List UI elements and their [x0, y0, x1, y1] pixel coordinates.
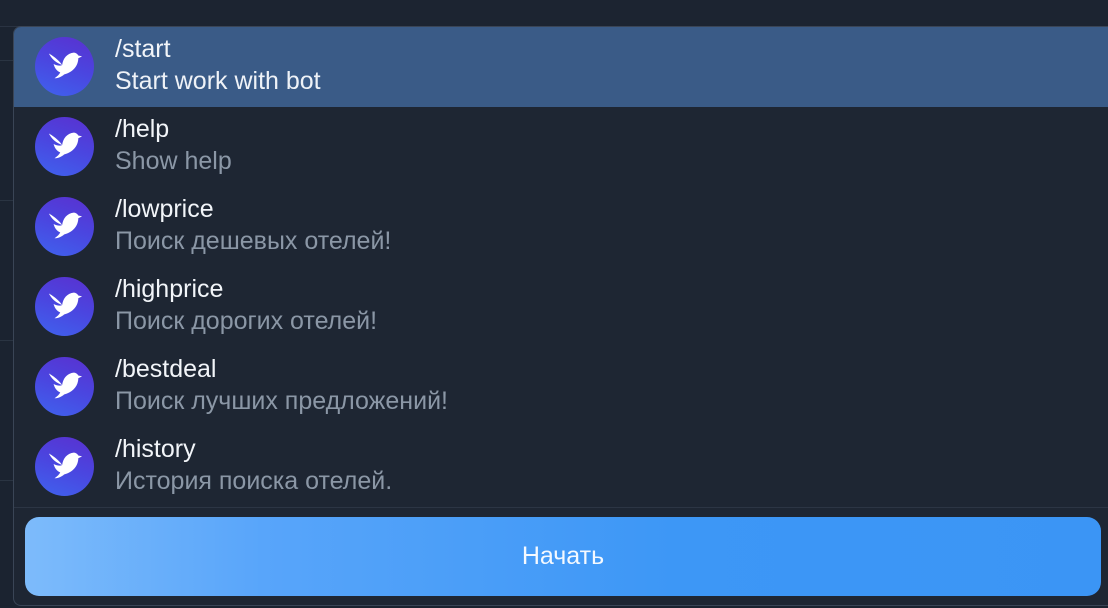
- divider: [14, 507, 1108, 508]
- divider: [0, 340, 14, 341]
- command-description: Поиск лучших предложений!: [115, 387, 448, 415]
- command-name: /highprice: [115, 275, 224, 303]
- command-name: /help: [115, 115, 170, 143]
- bird-icon: [46, 205, 84, 248]
- bird-icon: [46, 125, 84, 168]
- bot-command-menu: /start Start work with bot /help Show he…: [13, 26, 1108, 606]
- divider: [0, 200, 14, 201]
- command-item-bestdeal[interactable]: /bestdeal Поиск лучших предложений!: [14, 347, 1108, 427]
- bird-icon: [46, 365, 84, 408]
- command-name: /start: [115, 35, 171, 63]
- bot-avatar: [35, 277, 94, 336]
- divider: [0, 60, 14, 61]
- command-list: /start Start work with bot /help Show he…: [14, 27, 1108, 507]
- bird-icon: [46, 445, 84, 488]
- command-name: /bestdeal: [115, 355, 217, 383]
- command-item-highprice[interactable]: /highprice Поиск дорогих отелей!: [14, 267, 1108, 347]
- bot-avatar: [35, 197, 94, 256]
- bird-icon: [46, 285, 84, 328]
- top-bar: [0, 0, 1108, 27]
- command-text: /start Start work with bot: [115, 33, 1088, 97]
- command-description: Start work with bot: [115, 67, 321, 95]
- divider: [0, 480, 14, 481]
- bot-avatar: [35, 437, 94, 496]
- command-item-help[interactable]: /help Show help: [14, 107, 1108, 187]
- bot-avatar: [35, 357, 94, 416]
- command-text: /bestdeal Поиск лучших предложений!: [115, 353, 1088, 417]
- command-description: Поиск дешевых отелей!: [115, 227, 392, 255]
- start-button[interactable]: Начать: [25, 517, 1101, 596]
- command-text: /help Show help: [115, 113, 1088, 177]
- command-text: /history История поиска отелей.: [115, 433, 1088, 497]
- command-item-start[interactable]: /start Start work with bot: [14, 27, 1108, 107]
- command-description: История поиска отелей.: [115, 467, 393, 495]
- command-item-history[interactable]: /history История поиска отелей.: [14, 427, 1108, 507]
- bird-icon: [46, 45, 84, 88]
- command-name: /history: [115, 435, 196, 463]
- command-name: /lowprice: [115, 195, 214, 223]
- command-description: Show help: [115, 147, 232, 175]
- bot-avatar: [35, 37, 94, 96]
- command-item-lowprice[interactable]: /lowprice Поиск дешевых отелей!: [14, 187, 1108, 267]
- command-text: /highprice Поиск дорогих отелей!: [115, 273, 1088, 337]
- command-description: Поиск дорогих отелей!: [115, 307, 378, 335]
- command-text: /lowprice Поиск дешевых отелей!: [115, 193, 1088, 257]
- bot-avatar: [35, 117, 94, 176]
